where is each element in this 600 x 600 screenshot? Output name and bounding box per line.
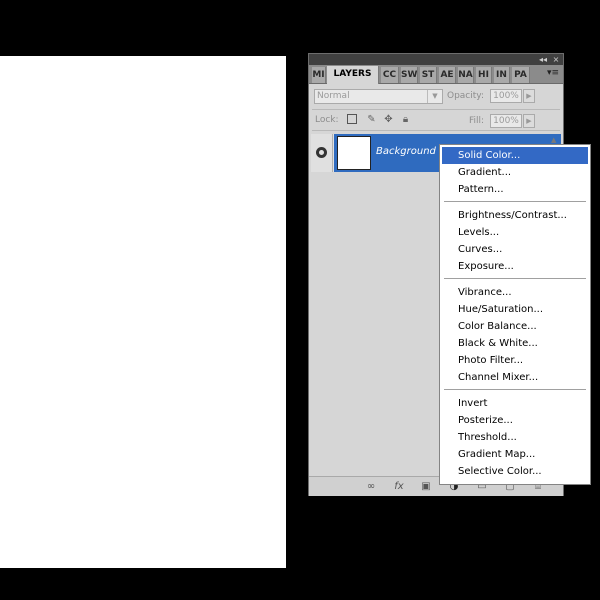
opacity-slider-arrow-icon[interactable]: ▶ <box>523 89 535 103</box>
lock-transparent-pixels-icon[interactable] <box>347 114 358 125</box>
fill-slider-arrow-icon[interactable]: ▶ <box>523 114 535 128</box>
panel-titlebar: ◂◂ × <box>309 54 563 65</box>
tab-swatches[interactable]: SW <box>401 67 418 83</box>
tab-adjustments[interactable]: AE <box>439 67 456 83</box>
close-panel-icon[interactable]: × <box>551 55 561 64</box>
eye-icon <box>316 147 327 158</box>
opacity-label: Opacity: <box>447 91 484 101</box>
layer-thumbnail <box>337 136 371 170</box>
menu-item-pattern[interactable]: Pattern... <box>442 181 588 198</box>
options-divider <box>312 109 560 110</box>
fill-label: Fill: <box>469 116 485 126</box>
fill-input[interactable]: 100% <box>490 114 522 128</box>
menu-separator <box>444 389 586 390</box>
menu-separator <box>444 278 586 279</box>
panel-menu-icon[interactable]: ▾≡ <box>547 68 559 78</box>
tab-navigator[interactable]: NA <box>458 67 474 83</box>
menu-item-channel-mixer[interactable]: Channel Mixer... <box>442 369 588 386</box>
tab-layers[interactable]: LAYERS <box>327 66 379 84</box>
menu-item-invert[interactable]: Invert <box>442 395 588 412</box>
panel-tabbar: MI LAYERS CC SW ST AE NA HI IN PA ▾≡ <box>309 65 563 84</box>
menu-item-hue-saturation[interactable]: Hue/Saturation... <box>442 301 588 318</box>
menu-item-gradient-map[interactable]: Gradient Map... <box>442 446 588 463</box>
lock-position-icon[interactable]: ✥ <box>383 114 394 125</box>
menu-item-solid-color[interactable]: Solid Color... <box>442 147 588 164</box>
tab-mini-bridge[interactable]: MI <box>312 67 326 83</box>
visibility-toggle[interactable] <box>311 134 333 172</box>
menu-item-exposure[interactable]: Exposure... <box>442 258 588 275</box>
link-layers-icon[interactable]: ∞ <box>363 480 379 493</box>
add-mask-icon[interactable]: ▣ <box>419 480 433 493</box>
lock-image-pixels-icon[interactable]: ✎ <box>366 114 377 125</box>
menu-item-threshold[interactable]: Threshold... <box>442 429 588 446</box>
menu-item-levels[interactable]: Levels... <box>442 224 588 241</box>
menu-item-black-white[interactable]: Black & White... <box>442 335 588 352</box>
menu-item-photo-filter[interactable]: Photo Filter... <box>442 352 588 369</box>
menu-separator <box>444 201 586 202</box>
menu-item-brightness-contrast[interactable]: Brightness/Contrast... <box>442 207 588 224</box>
tab-styles[interactable]: ST <box>420 67 437 83</box>
scroll-up-icon[interactable]: ▲ <box>551 136 560 144</box>
adjustment-layer-menu: Solid Color... Gradient... Pattern... Br… <box>439 144 591 485</box>
menu-item-posterize[interactable]: Posterize... <box>442 412 588 429</box>
menu-item-gradient[interactable]: Gradient... <box>442 164 588 181</box>
menu-item-vibrance[interactable]: Vibrance... <box>442 284 588 301</box>
collapse-panel-icon[interactable]: ◂◂ <box>538 55 548 64</box>
tab-info[interactable]: IN <box>494 67 510 83</box>
tab-paths[interactable]: PA <box>512 67 530 83</box>
document-canvas[interactable] <box>0 56 286 568</box>
blend-mode-value: Normal <box>317 91 350 101</box>
menu-item-curves[interactable]: Curves... <box>442 241 588 258</box>
tab-channels[interactable]: CC <box>381 67 399 83</box>
fx-icon[interactable]: fx <box>391 480 407 493</box>
lock-divider <box>312 130 560 131</box>
opacity-input[interactable]: 100% <box>490 89 522 103</box>
lock-label: Lock: <box>315 115 339 125</box>
blend-mode-select[interactable]: Normal ▼ <box>314 89 443 104</box>
layer-name: Background <box>376 146 436 157</box>
menu-item-selective-color[interactable]: Selective Color... <box>442 463 588 480</box>
tab-history[interactable]: HI <box>476 67 492 83</box>
menu-item-color-balance[interactable]: Color Balance... <box>442 318 588 335</box>
chevron-down-icon: ▼ <box>427 90 442 103</box>
lock-all-icon[interactable]: 🔒︎ <box>400 114 411 125</box>
